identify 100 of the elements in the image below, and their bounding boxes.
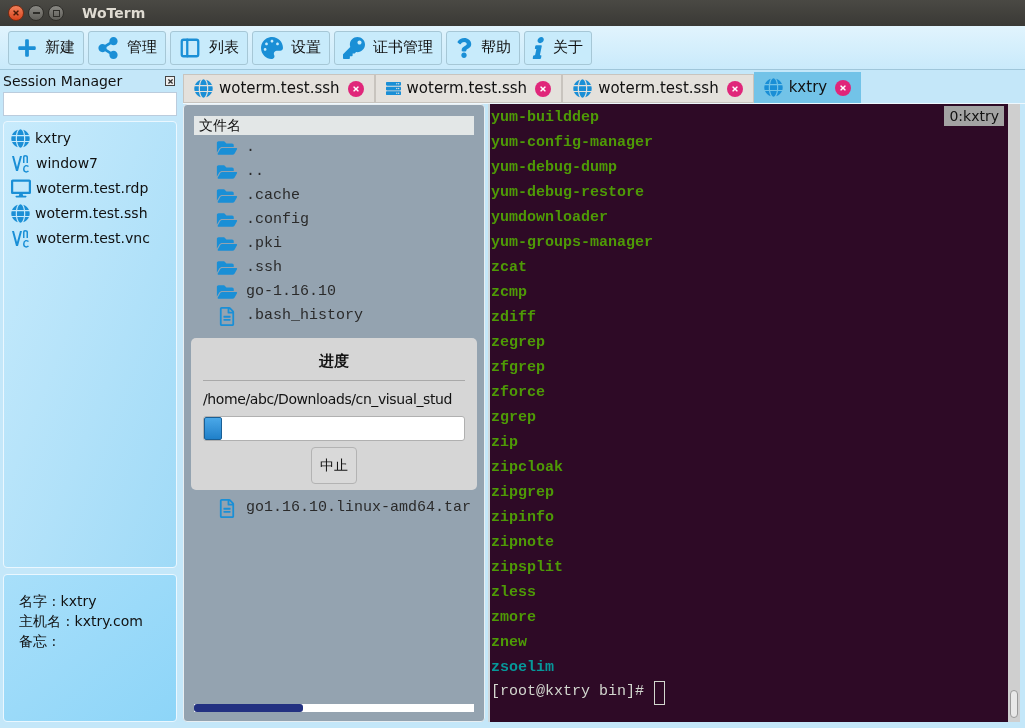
maximize-button[interactable]: [48, 5, 64, 21]
server-icon: [385, 81, 401, 96]
info-text: 备忘 :: [19, 632, 58, 651]
folder-icon: [216, 211, 238, 229]
globe-icon: [763, 78, 783, 97]
terminal-line: zmore: [491, 608, 536, 628]
folder-icon: [216, 283, 238, 301]
close-tab-button[interactable]: [535, 80, 552, 97]
share-icon: [97, 36, 119, 59]
terminal-line: yum-debug-dump: [491, 158, 618, 178]
column-header[interactable]: 文件名: [194, 116, 474, 135]
scrollbar-thumb[interactable]: [1010, 690, 1018, 718]
file-name[interactable]: go-1.16.10: [246, 280, 336, 304]
terminal-line: zgrep: [491, 408, 536, 428]
terminal-line: yum-builddep: [491, 108, 600, 128]
toolbar-button[interactable]: 新建: [8, 30, 84, 65]
globe-icon: [194, 79, 213, 98]
tab[interactable]: kxtry: [753, 72, 862, 103]
toolbar-button[interactable]: 证书管理: [334, 30, 442, 65]
file-name[interactable]: .cache: [246, 184, 300, 208]
folder-icon: [216, 187, 238, 205]
folder-icon: [216, 235, 238, 253]
file-name[interactable]: ..: [246, 160, 264, 184]
close-tab-button[interactable]: [347, 80, 364, 97]
window-title: WoTerm: [82, 3, 146, 23]
close-tab-button[interactable]: [726, 80, 743, 97]
vnc-icon: [11, 228, 31, 249]
close-icon: [12, 9, 20, 17]
file-path: /home/abc/Downloads/cn_visual_stud: [203, 389, 453, 409]
close-tab-button[interactable]: [835, 79, 852, 96]
file-name[interactable]: .bash_history: [246, 304, 364, 328]
columns-icon: [179, 36, 201, 59]
terminal-line: zip: [491, 433, 518, 453]
panel-title: Session Manager: [3, 71, 123, 91]
plus-icon: [17, 37, 37, 58]
file-name[interactable]: .: [246, 136, 255, 160]
cursor: [654, 680, 666, 705]
terminal-line: zipsplit: [491, 558, 563, 578]
close-button[interactable]: [8, 5, 24, 21]
session-item[interactable]: woterm.test.vnc: [11, 226, 176, 251]
maximize-icon: [52, 9, 60, 17]
terminal-line: zforce: [491, 383, 545, 403]
session-item[interactable]: woterm.test.rdp: [11, 176, 176, 201]
terminal-line: zegrep: [491, 333, 545, 353]
palette-icon: [261, 36, 283, 59]
terminal-line: zless: [491, 583, 536, 603]
info-text: 主机名 : kxtry.com: [19, 612, 144, 631]
terminal-line: zcat: [491, 258, 527, 278]
shell-prompt: [root@kxtry bin]#: [491, 682, 645, 703]
globe-icon: [11, 129, 30, 148]
terminal-line: zipinfo: [491, 508, 554, 528]
close-icon: [166, 77, 174, 85]
terminal-line: yum-groups-manager: [491, 233, 654, 253]
abort-button[interactable]: 中止: [311, 446, 357, 484]
search-field[interactable]: [3, 92, 177, 116]
question-icon: [455, 37, 473, 58]
terminal-line: zipnote: [491, 533, 554, 553]
terminal-line: zdiff: [491, 308, 536, 328]
close-icon: [839, 83, 848, 92]
toolbar-button[interactable]: 设置: [252, 30, 330, 65]
terminal-line: yum-debug-restore: [491, 183, 645, 203]
folder-icon: [216, 259, 238, 277]
globe-icon: [11, 204, 30, 223]
tab[interactable]: woterm.test.ssh: [183, 74, 375, 103]
toolbar-button[interactable]: 管理: [88, 30, 166, 65]
file-name[interactable]: .ssh: [246, 256, 282, 280]
session-item[interactable]: woterm.test.ssh: [11, 201, 176, 226]
folder-icon: [216, 163, 238, 181]
terminal-line: yumdownloader: [491, 208, 609, 228]
terminal-line: zsoelim: [491, 658, 554, 678]
terminal-line: znew: [491, 633, 527, 653]
toolbar-button[interactable]: 帮助: [446, 30, 520, 65]
minimize-button[interactable]: [28, 5, 44, 21]
terminal-line: zipgrep: [491, 483, 554, 503]
file-name[interactable]: .pki: [246, 232, 282, 256]
folder-icon: [216, 139, 238, 157]
terminal-line: zipcloak: [491, 458, 563, 478]
terminal-line: yum-config-manager: [491, 133, 654, 153]
file-name[interactable]: go1.16.10.linux-amd64.tar: [246, 496, 472, 520]
close-panel-button[interactable]: [165, 76, 175, 86]
session-item[interactable]: window7: [11, 151, 176, 176]
monitor-icon: [11, 179, 31, 198]
session-item[interactable]: kxtry: [11, 126, 176, 151]
toolbar-button[interactable]: 关于: [524, 30, 592, 65]
session-badge: 0:kxtry: [944, 106, 1004, 126]
info-text: 名字 : kxtry: [19, 592, 98, 611]
vnc-icon: [11, 153, 31, 174]
close-icon: [730, 84, 739, 93]
terminal-line: zcmp: [491, 283, 527, 303]
minimize-icon: [32, 12, 40, 14]
key-icon: [343, 36, 365, 59]
tab[interactable]: woterm.test.ssh: [562, 74, 754, 103]
scrollbar[interactable]: [1008, 104, 1020, 722]
toolbar-button[interactable]: 列表: [170, 30, 248, 65]
tab[interactable]: woterm.test.ssh: [374, 74, 563, 103]
file-name[interactable]: .config: [246, 208, 309, 232]
close-icon: [539, 84, 548, 93]
dialog-title: 进度: [318, 351, 350, 372]
close-icon: [351, 84, 360, 93]
terminal-line: zfgrep: [491, 358, 545, 378]
